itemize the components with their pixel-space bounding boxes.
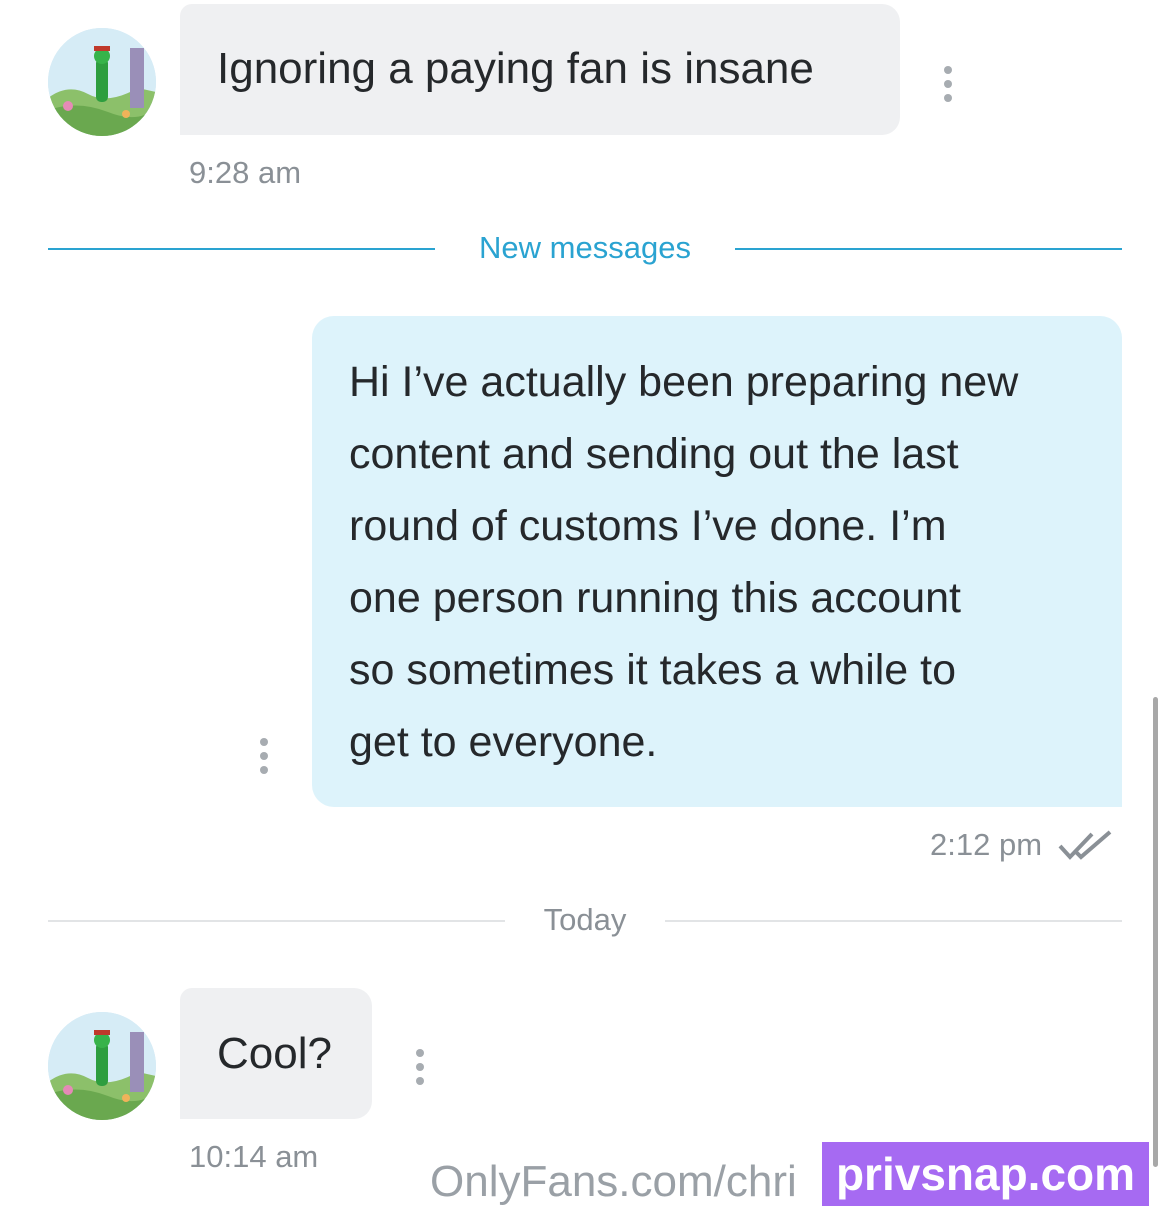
message-line: so sometimes it takes a while to — [349, 646, 957, 694]
message-text: Ignoring a paying fan is insane — [217, 44, 814, 93]
divider-line-right — [735, 248, 1122, 250]
avatar-image — [48, 1012, 156, 1120]
message-options-icon[interactable] — [416, 1049, 424, 1085]
message-options-icon[interactable] — [260, 738, 268, 774]
message-bubble-outgoing[interactable]: Hi I’ve actually been preparing new cont… — [312, 316, 1122, 807]
avatar-image — [48, 28, 156, 136]
avatar[interactable] — [48, 1012, 156, 1120]
divider-line-left — [48, 920, 505, 922]
onlyfans-watermark: OnlyFans.com/chri — [430, 1157, 797, 1206]
new-messages-divider-label: New messages — [479, 230, 691, 265]
message-timestamp: 10:14 am — [189, 1139, 319, 1174]
message-bubble-incoming[interactable]: Cool? — [180, 988, 372, 1119]
double-check-icon — [1058, 830, 1112, 860]
message-bubble-incoming[interactable]: Ignoring a paying fan is insane — [180, 4, 900, 135]
message-line: content and sending out the last — [349, 430, 959, 478]
divider-line-right — [665, 920, 1122, 922]
divider-line-left — [48, 248, 435, 250]
message-line: round of customs I’ve done. I’m — [349, 502, 947, 550]
privsnap-watermark: privsnap.com — [822, 1142, 1149, 1206]
today-divider-label: Today — [543, 902, 627, 937]
message-line: get to everyone. — [349, 718, 658, 766]
message-text: Cool? — [217, 1029, 332, 1078]
scrollbar[interactable] — [1153, 697, 1158, 1167]
message-timestamp: 2:12 pm — [930, 827, 1043, 862]
avatar[interactable] — [48, 28, 156, 136]
message-line: one person running this account — [349, 574, 961, 622]
message-line: Hi I’ve actually been preparing new — [349, 358, 1019, 406]
message-timestamp: 9:28 am — [189, 155, 302, 190]
message-options-icon[interactable] — [944, 66, 952, 102]
